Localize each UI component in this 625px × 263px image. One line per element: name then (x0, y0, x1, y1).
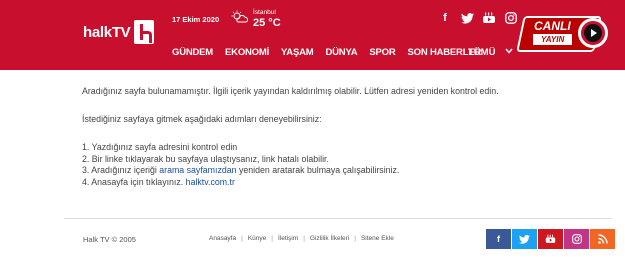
rss-icon[interactable] (590, 229, 615, 249)
tip-item: 2. Bir linke tıklayarak bu sayfaya ulaşt… (82, 153, 329, 164)
facebook-icon[interactable]: f (438, 11, 452, 25)
footer-link-sitene-ekle[interactable]: Sitene Ekle (361, 235, 394, 242)
nav-item-yasam[interactable]: YAŞAM (281, 47, 314, 58)
not-found-message: Aradığınız sayfa bulunamamıştır. İlgili … (82, 86, 499, 96)
nav-item-tumu[interactable]: TÜMÜ (468, 47, 495, 58)
header-social-links: f (438, 11, 518, 25)
tip-text: yeniden aratarak bulmaya çalışabilirsini… (236, 165, 400, 175)
main-nav: GÜNDEM EKONOMİ YAŞAM DÜNYA SPOR SON HABE… (172, 47, 493, 58)
footer-social-links: f (486, 229, 615, 249)
site-logo[interactable]: halkTV (83, 20, 155, 44)
instagram-icon[interactable] (504, 11, 518, 25)
youtube-icon[interactable] (538, 229, 563, 249)
separator: | (241, 235, 243, 242)
live-broadcast-button[interactable]: CANLI YAYIN (516, 10, 610, 58)
twitter-icon[interactable] (460, 11, 474, 25)
partly-cloudy-icon (231, 10, 248, 23)
nav-item-spor[interactable]: SPOR (369, 47, 395, 58)
tip-text: 4. Anasayfa için tıklayınız. (82, 176, 186, 187)
tips-title: İstediğiniz sayfaya gitmek aşağıdaki adı… (82, 114, 322, 124)
play-icon (578, 18, 608, 48)
nav-item-ekonomi[interactable]: EKONOMİ (225, 47, 269, 58)
weather-city: İstanbul (253, 9, 276, 16)
weather-temp: 25 °C (253, 17, 281, 29)
current-date: 17 Ekim 2020 (172, 15, 220, 24)
tip-item: 4. Anasayfa için tıklayınız. halktv.com.… (82, 177, 602, 189)
footer-link-iletisim[interactable]: İletişim (278, 235, 298, 242)
broadcast-label: YAYIN (533, 34, 573, 45)
logo-text: halkTV (83, 23, 131, 41)
copyright: Halk TV © 2005 (83, 235, 136, 244)
separator: | (354, 235, 356, 242)
footer-divider (64, 218, 612, 219)
search-page-link[interactable]: arama sayfamızdan (159, 165, 236, 175)
youtube-icon[interactable] (482, 11, 496, 25)
tips-list: 1. Yazdığınız sayfa adresini kontrol edi… (82, 142, 602, 188)
live-label: CANLI (534, 19, 571, 33)
footer-link-kunye[interactable]: Künye (248, 235, 266, 242)
tip-item: 1. Yazdığınız sayfa adresini kontrol edi… (82, 142, 238, 152)
twitter-icon[interactable] (512, 229, 537, 249)
nav-item-dunya[interactable]: DÜNYA (325, 47, 357, 58)
separator: | (271, 235, 273, 242)
chevron-down-icon[interactable] (505, 46, 513, 56)
instagram-icon[interactable] (564, 229, 589, 249)
error-content: Aradığınız sayfa bulunamamıştır. İlgili … (82, 86, 602, 188)
nav-item-gundem[interactable]: GÜNDEM (172, 47, 213, 58)
site-header: halkTV 17 Ekim 2020 İstanbul 25 °C f GÜN… (0, 0, 625, 70)
tip-text: 3. Aradığınız içeriği (82, 165, 160, 175)
facebook-icon[interactable]: f (486, 229, 511, 249)
footer-link-gizlilik[interactable]: Gizlilik İlkeleri (310, 235, 349, 242)
footer-link-anasayfa[interactable]: Anasayfa (209, 235, 236, 242)
tip-item: 3. Aradığınız içeriği arama sayfamızdan … (82, 165, 602, 177)
footer-links: Anasayfa | Künye | İletişim | Gizlilik İlke… (209, 235, 394, 242)
logo-mark-icon (134, 20, 155, 44)
homepage-link[interactable]: halktv.com.tr (186, 177, 235, 187)
separator: | (303, 235, 305, 242)
